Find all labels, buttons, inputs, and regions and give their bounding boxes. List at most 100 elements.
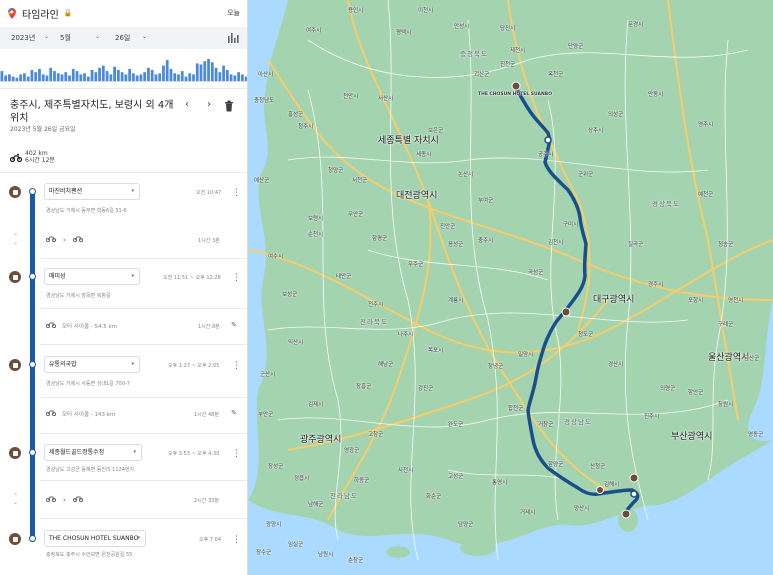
histogram-bar[interactable] [116, 70, 120, 81]
edit-activity-icon[interactable]: ✎ [231, 409, 237, 417]
histogram-bar[interactable] [105, 71, 109, 81]
histogram-bar[interactable] [26, 76, 30, 81]
histogram-bar[interactable] [53, 71, 56, 81]
histogram-bar[interactable] [15, 77, 19, 81]
trash-icon[interactable] [224, 100, 234, 112]
histogram-bar[interactable] [8, 74, 11, 81]
histogram-bar[interactable] [154, 74, 158, 81]
histogram-bar[interactable] [23, 73, 26, 81]
place-select-3[interactable]: 세종월드골드정통수정 ▾ [44, 444, 142, 461]
histogram-bar[interactable] [30, 70, 34, 81]
histogram-bar[interactable] [214, 67, 218, 81]
histogram-bar[interactable] [150, 70, 154, 81]
today-button[interactable]: 오늘 [227, 8, 240, 18]
expand-icon[interactable]: ⌃ ⌄ [13, 234, 18, 246]
bar-chart-icon[interactable] [226, 31, 240, 45]
histogram-bar[interactable] [143, 72, 147, 81]
histogram-bar[interactable] [90, 70, 94, 81]
histogram-bar[interactable] [109, 74, 113, 81]
activity-row-0[interactable]: › [45, 236, 83, 244]
histogram-bar[interactable] [34, 72, 38, 81]
histogram-bar[interactable] [184, 76, 188, 81]
histogram-bar[interactable] [4, 75, 8, 82]
place-select-2[interactable]: 유통의국밥 ▾ [44, 356, 140, 373]
map-view[interactable]: 세종특별 자치시 대전광역시 대구광역시 울산광역시 광주광역시 부산광역시 충… [248, 0, 773, 575]
activity-row-2[interactable]: 모터 사이클 - 143 km [45, 410, 115, 418]
histogram-bar[interactable] [225, 70, 229, 81]
chevron-down-icon: ⌄ [94, 33, 100, 40]
map-label-town: 아산시 [258, 72, 274, 78]
histogram-bar[interactable] [101, 65, 105, 81]
histogram-bar[interactable] [128, 68, 132, 81]
histogram-bar[interactable] [60, 74, 64, 81]
histogram-bar[interactable] [83, 73, 86, 81]
histogram-bar[interactable] [222, 65, 225, 81]
month-select[interactable]: 5월 ⌄ [60, 33, 100, 43]
year-select[interactable]: 2023년 ⌄ [11, 33, 49, 43]
histogram-bar[interactable] [203, 61, 207, 81]
activity-histogram[interactable] [0, 55, 248, 85]
map-label-town: 칠곡군 [628, 242, 644, 248]
histogram-bar[interactable] [218, 72, 222, 81]
histogram-bar[interactable] [56, 73, 60, 81]
histogram-bar[interactable] [64, 72, 68, 81]
day-select[interactable]: 26일 ⌄ [115, 33, 147, 43]
histogram-bar[interactable] [180, 71, 184, 81]
more-vert-icon[interactable]: ⋮ [232, 450, 241, 459]
histogram-bar[interactable] [195, 63, 199, 81]
histogram-bar[interactable] [210, 62, 214, 81]
histogram-bar[interactable] [71, 68, 75, 81]
histogram-bar[interactable] [79, 74, 83, 81]
histogram-bar[interactable] [192, 74, 195, 81]
histogram-bar[interactable] [132, 73, 135, 81]
prev-day-button[interactable]: ‹ [180, 98, 194, 112]
histogram-bar[interactable] [233, 75, 237, 82]
activity-duration: 1시간 48분 [194, 412, 219, 418]
activity-row-1[interactable]: 모터 사이클 - 54.5 km [45, 322, 117, 330]
histogram-bar[interactable] [38, 68, 41, 81]
histogram-bar[interactable] [240, 74, 244, 81]
histogram-bar[interactable] [75, 71, 79, 81]
place-select-1[interactable]: 매미성 ▾ [44, 268, 140, 285]
next-day-button[interactable]: › [202, 98, 216, 112]
histogram-bar[interactable] [135, 75, 139, 82]
histogram-bar[interactable] [49, 67, 53, 81]
map-label-town: 해남군 [378, 362, 394, 368]
maps-pin-icon [8, 7, 16, 19]
histogram-bar[interactable] [0, 71, 4, 81]
histogram-bar[interactable] [68, 75, 71, 82]
histogram-bar[interactable] [165, 60, 169, 81]
more-vert-icon[interactable]: ⋮ [232, 189, 241, 198]
more-vert-icon[interactable]: ⋮ [232, 274, 241, 283]
place-select-0[interactable]: 마진비치펜션 ▾ [44, 183, 140, 200]
histogram-bar[interactable] [139, 74, 143, 81]
histogram-bar[interactable] [124, 74, 128, 81]
more-vert-icon[interactable]: ⋮ [232, 536, 241, 545]
histogram-bar[interactable] [19, 74, 23, 81]
histogram-bar[interactable] [158, 73, 162, 81]
histogram-bar[interactable] [173, 73, 177, 81]
histogram-bar[interactable] [120, 72, 124, 81]
histogram-bar[interactable] [86, 76, 90, 81]
activity-row-3[interactable]: › [45, 496, 83, 504]
histogram-bar[interactable] [169, 68, 173, 81]
histogram-bar[interactable] [113, 66, 116, 81]
histogram-bar[interactable] [188, 73, 192, 81]
histogram-bar[interactable] [177, 74, 180, 81]
edit-activity-icon[interactable]: ✎ [231, 321, 237, 329]
histogram-bar[interactable] [98, 67, 101, 81]
histogram-bar[interactable] [207, 59, 210, 81]
histogram-bar[interactable] [45, 75, 49, 82]
histogram-bar[interactable] [41, 74, 45, 81]
histogram-bar[interactable] [94, 72, 98, 81]
expand-icon[interactable]: ⌃ ⌄ [13, 494, 18, 506]
histogram-bar[interactable] [237, 72, 240, 81]
histogram-bar[interactable] [11, 76, 15, 81]
map-label-town: 안동시 [648, 92, 664, 98]
histogram-bar[interactable] [199, 64, 203, 82]
place-select-4[interactable]: THE CHOSUN HOTEL SUANBO ▾ [44, 530, 146, 547]
more-vert-icon[interactable]: ⋮ [232, 362, 241, 371]
histogram-bar[interactable] [162, 65, 165, 81]
histogram-bar[interactable] [229, 74, 233, 81]
histogram-bar[interactable] [147, 67, 150, 81]
